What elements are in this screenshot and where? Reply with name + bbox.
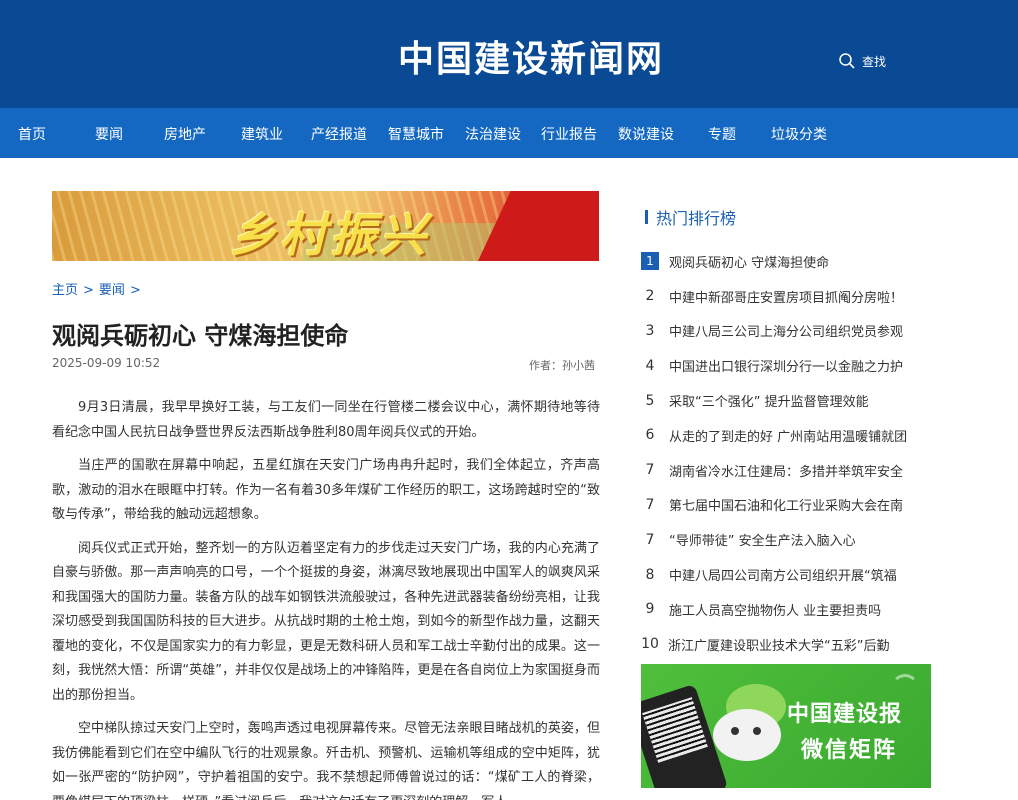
main-nav: 首页 要闻 房地产 建筑业 产经报道 智慧城市 法治建设 行业报告 数说建设 专… [0,108,1018,158]
hot-item-title: 中建中新邵哥庄安置房项目抓阄分房啦！ [669,290,904,306]
search-icon [838,52,856,70]
promo-title: 中国建设报 [787,702,903,727]
hot-ranking-title: 热门排行榜 [656,209,737,228]
hot-list-item[interactable]: 7 第七届中国石油和化工行业采购大会在南 [641,488,931,523]
heading-accent-bar [645,210,648,224]
article-paragraph: 9月3日清晨，我早早换好工装，与工友们一同坐在行管楼二楼会议中心，满怀期待地等待… [52,400,600,440]
hot-item-title: 观阅兵砺初心 守煤海担使命 [669,255,830,271]
hot-list-item[interactable]: 10 浙江广厦建设职业技术大学“五彩”后勤 [641,627,931,662]
nav-item-rule-of-law[interactable]: 法治建设 [465,124,521,144]
rank-number: 6 [645,427,655,444]
hot-list-item[interactable]: 2 中建中新邵哥庄安置房项目抓阄分房啦！ [641,279,931,314]
site-logo-title[interactable]: 中国建设新闻网 [398,30,664,82]
bubble-eye [753,727,761,735]
hot-item-title: 中建八局三公司上海分公司组织党员参观 [669,325,904,341]
article-author: 作者：孙小茜 [529,359,595,372]
rural-revitalization-banner[interactable]: 乡村振兴 [52,191,599,261]
rank-number: 7 [645,531,655,548]
article-body: 9月3日清晨，我早早换好工装，与工友们一同坐在行管楼二楼会议中心，满怀期待地等待… [52,396,600,800]
rank-number: 1 [641,252,659,271]
site-header: 中国建设新闻网 查找 [0,0,1018,108]
nav-item-construction[interactable]: 建筑业 [241,124,283,144]
hot-item-title: 从走的了到走的好 广州南站用温暖铺就团 [669,429,908,445]
hot-item-title: 湖南省冷水江住建局：多措并举筑牢安全 [669,464,904,480]
breadcrumb-separator: > [83,283,94,298]
rank-number: 10 [641,636,659,653]
breadcrumb-home[interactable]: 主页 [52,283,78,298]
hot-list-item[interactable]: 7 湖南省冷水江住建局：多措并举筑牢安全 [641,453,931,488]
hot-list-item[interactable]: 7 “导师带徒” 安全生产法入脑入心 [641,522,931,557]
nav-item-real-estate[interactable]: 房地产 [164,124,206,144]
rank-number: 7 [645,496,655,513]
nav-item-waste-sorting[interactable]: 垃圾分类 [771,124,827,144]
hot-item-title: 中国进出口银行深圳分行一以金融之力护 [669,360,904,376]
hot-item-title: 浙江广厦建设职业技术大学“五彩”后勤 [668,638,890,654]
nav-item-data[interactable]: 数说建设 [618,124,674,144]
hot-list-item[interactable]: 3 中建八局三公司上海分公司组织党员参观 [641,314,931,349]
breadcrumb-separator: > [129,283,141,298]
wechat-matrix-promo[interactable]: 中国建设报 微信矩阵 [641,664,931,788]
hot-item-title: 施工人员高空抛物伤人 业主要担责吗 [669,603,882,619]
hot-item-title: 第七届中国石油和化工行业采购大会在南 [669,499,904,515]
rank-number: 8 [645,566,655,583]
rank-number: 2 [645,288,655,305]
rank-number: 7 [645,462,655,479]
hot-list-item[interactable]: 4 中国进出口银行深圳分行一以金融之力护 [641,348,931,383]
hot-list-item[interactable]: 9 施工人员高空抛物伤人 业主要担责吗 [641,592,931,627]
nav-item-topics[interactable]: 专题 [708,124,736,144]
rank-number: 5 [645,392,655,409]
search-label: 查找 [862,54,887,69]
nav-item-home[interactable]: 首页 [18,124,46,144]
article-date: 2025-09-09 10:52 [52,356,161,370]
nav-item-industry-report[interactable]: 行业报告 [541,124,597,144]
breadcrumb-section[interactable]: 要闻 [99,283,125,298]
article-paragraph: 阅兵仪式正式开始，整齐划一的方队迈着坚定有力的步伐走过天安门广场，我的内心充满了… [52,540,600,703]
nav-item-industry-reports[interactable]: 产经报道 [311,124,367,144]
bubble-eye [731,727,739,735]
hot-item-title: 中建八局四公司南方公司组织开展“筑福 [669,569,897,585]
hot-ranking-heading: 热门排行榜 [645,205,736,229]
article-paragraph: 空中梯队掠过天安门上空时，轰鸣声透过电视屏幕传来。尽管无法亲眼目睹战机的英姿，但… [52,721,600,800]
hot-item-title: 采取“三个强化” 提升监督管理效能 [669,395,869,411]
hot-list-item[interactable]: 8 中建八局四公司南方公司组织开展“筑福 [641,557,931,592]
banner-text: 乡村振兴 [230,208,430,261]
hot-list-item[interactable]: 6 从走的了到走的好 广州南站用温暖铺就团 [641,418,931,453]
nav-item-smart-city[interactable]: 智慧城市 [388,124,444,144]
wechat-bubble-icon [713,709,781,761]
nav-item-news[interactable]: 要闻 [95,124,123,144]
hot-list-item[interactable]: 5 采取“三个强化” 提升监督管理效能 [641,383,931,418]
hot-ranking-list: 1 观阅兵砺初心 守煤海担使命 2 中建中新邵哥庄安置房项目抓阄分房啦！ 3 中建八局… [641,244,931,662]
hot-item-title: “导师带徒” 安全生产法入脑入心 [669,534,856,550]
breadcrumb: 主页 > 要闻 > [52,279,146,298]
rank-number: 3 [645,322,655,339]
hot-list-item[interactable]: 1 观阅兵砺初心 守煤海担使命 [641,244,931,279]
article-paragraph: 当庄严的国歌在屏幕中响起，五星红旗在天安门广场冉冉升起时，我们全体起立，齐声高歌… [52,458,600,522]
search-button[interactable]: 查找 [838,52,886,70]
article-title: 观阅兵砺初心 守煤海担使命 [52,322,349,350]
rank-number: 9 [645,601,655,618]
promo-subtitle: 微信矩阵 [801,738,898,763]
rank-number: 4 [645,357,655,374]
